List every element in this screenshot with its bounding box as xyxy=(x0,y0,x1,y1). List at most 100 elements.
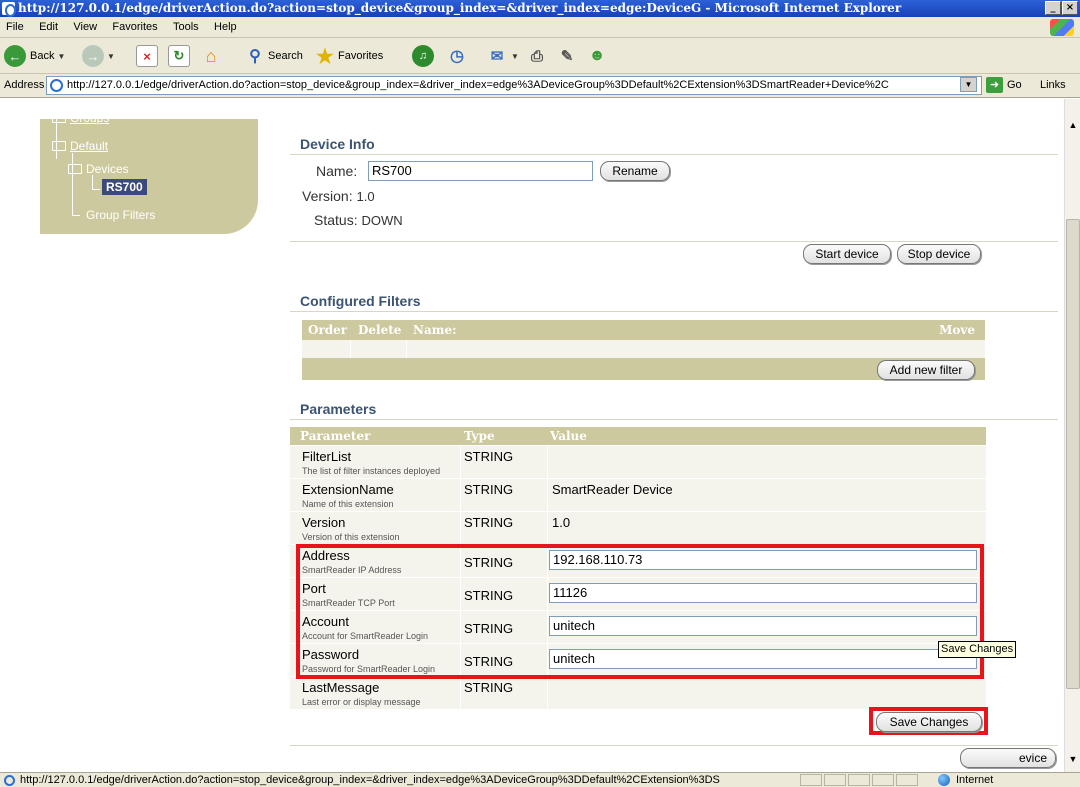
edit-page-icon: ✎ xyxy=(560,48,574,65)
param-name: LastMessage xyxy=(302,680,380,695)
section-divider xyxy=(290,311,1058,312)
forward-button[interactable]: → ▼ xyxy=(82,44,115,68)
globe-icon xyxy=(938,774,950,786)
scroll-up-icon[interactable]: ▲ xyxy=(1066,117,1080,133)
browser-toolbar: ← Back ▼ → ▼ × ↻ ⌂ ⚲ Search ★ Favorites … xyxy=(0,38,1080,74)
param-type: STRING xyxy=(464,482,514,497)
section-divider xyxy=(290,241,1058,242)
param-type: STRING xyxy=(464,449,514,464)
scrollbar-thumb[interactable] xyxy=(1066,219,1080,689)
go-arrow-icon: ➜ xyxy=(986,77,1003,93)
vertical-scrollbar[interactable]: ▲ ▼ xyxy=(1064,99,1080,772)
status-segment xyxy=(848,774,870,786)
filters-col-delete: Delete xyxy=(358,323,402,337)
column-divider xyxy=(406,340,407,358)
stop-icon: × xyxy=(136,45,158,67)
back-label: Back xyxy=(30,50,55,62)
name-label: Name: xyxy=(316,163,358,179)
print-button[interactable]: ⎙ xyxy=(526,44,548,68)
status-value: DOWN xyxy=(361,213,403,228)
table-row: ExtensionName Name of this extension STR… xyxy=(290,478,986,511)
address-input[interactable]: http://127.0.0.1/edge/driverAction.do?ac… xyxy=(46,76,982,95)
chevron-down-icon: ▼ xyxy=(107,51,115,61)
tree-item-default[interactable]: Default xyxy=(52,139,108,153)
param-description: Version of this extension xyxy=(302,532,400,542)
add-new-filter-button[interactable]: Add new filter xyxy=(877,360,975,380)
printer-icon: ⎙ xyxy=(530,47,543,65)
history-button[interactable]: ◷ xyxy=(446,44,468,68)
tree-connector xyxy=(92,175,93,189)
refresh-icon: ↻ xyxy=(168,45,190,67)
param-name: FilterList xyxy=(302,449,352,464)
menu-favorites[interactable]: Favorites xyxy=(106,17,163,38)
rename-button[interactable]: Rename xyxy=(600,161,670,181)
filters-col-order: Order xyxy=(308,323,348,337)
edit-button[interactable]: ✎ xyxy=(556,44,578,68)
param-name: Version xyxy=(302,515,346,530)
param-name: ExtensionName xyxy=(302,482,394,497)
menu-tools[interactable]: Tools xyxy=(167,17,205,38)
page-icon xyxy=(50,79,63,92)
tree-item-devices[interactable]: Devices xyxy=(68,162,129,176)
status-url: http://127.0.0.1/edge/driverAction.do?ac… xyxy=(20,774,720,786)
start-device-button[interactable]: Start device xyxy=(803,244,891,264)
navigation-tree: Groups Default Devices RS700 Group Filte… xyxy=(40,111,258,234)
menu-view[interactable]: View xyxy=(67,17,103,38)
param-value: SmartReader Device xyxy=(552,482,673,497)
favorites-button[interactable]: ★ Favorites xyxy=(314,44,383,68)
chevron-down-icon: ▼ xyxy=(511,51,519,61)
param-value: 1.0 xyxy=(552,515,571,530)
filters-empty-row xyxy=(302,340,985,358)
table-row: FilterList The list of filter instances … xyxy=(290,445,986,478)
tree-connector xyxy=(92,189,100,190)
stop-device-button[interactable]: Stop device xyxy=(897,244,981,264)
tree-item-rs700[interactable]: RS700 xyxy=(102,179,147,195)
go-label: Go xyxy=(1007,79,1022,91)
param-col-parameter: Parameter xyxy=(300,429,371,443)
search-label: Search xyxy=(268,50,303,62)
refresh-button[interactable]: ↻ xyxy=(168,44,190,68)
menu-help[interactable]: Help xyxy=(208,17,243,38)
stop-button[interactable]: × xyxy=(136,44,158,68)
version-value: 1.0 xyxy=(356,189,375,204)
go-button[interactable]: ➜ Go xyxy=(986,77,1022,93)
menu-file[interactable]: File xyxy=(0,17,30,38)
status-segment xyxy=(896,774,918,786)
configured-filters-title: Configured Filters xyxy=(300,293,421,309)
menu-edit[interactable]: Edit xyxy=(33,17,64,38)
messenger-button[interactable]: ☻ xyxy=(586,44,608,68)
menu-bar: File Edit View Favorites Tools Help xyxy=(0,17,1080,38)
status-segment xyxy=(824,774,846,786)
window-title: http://127.0.0.1/edge/driverAction.do?ac… xyxy=(18,1,902,15)
delete-device-button[interactable]: evice xyxy=(960,748,1056,768)
search-button[interactable]: ⚲ Search xyxy=(244,44,303,68)
filters-col-name: Name: xyxy=(413,323,457,337)
messenger-icon: ☻ xyxy=(588,47,606,64)
address-dropdown-button[interactable]: ▼ xyxy=(960,77,977,92)
status-segment xyxy=(800,774,822,786)
save-changes-button[interactable]: Save Changes xyxy=(876,712,982,732)
version-label: Version: 1.0 xyxy=(302,188,375,204)
back-button[interactable]: ← Back ▼ xyxy=(4,44,65,68)
table-row: Version Version of this extension STRING… xyxy=(290,511,986,544)
folder-open-icon xyxy=(68,164,82,174)
status-label: Status: DOWN xyxy=(314,212,403,228)
tree-item-group-filters[interactable]: Group Filters xyxy=(86,208,155,222)
media-button[interactable]: ♫ xyxy=(412,44,434,68)
minimize-button[interactable]: _ xyxy=(1045,1,1061,15)
media-icon: ♫ xyxy=(412,45,434,67)
chevron-down-icon: ▼ xyxy=(57,51,66,61)
links-button[interactable]: Links xyxy=(1040,79,1066,91)
page-icon xyxy=(4,775,15,786)
scroll-down-icon[interactable]: ▼ xyxy=(1066,751,1080,767)
home-icon: ⌂ xyxy=(205,45,217,66)
mail-button[interactable]: ✉ ▼ xyxy=(486,44,519,68)
column-divider xyxy=(350,340,351,358)
home-button[interactable]: ⌂ xyxy=(200,44,222,68)
tree-label-devices: Devices xyxy=(86,162,129,176)
tree-item-groups[interactable]: Groups xyxy=(52,111,109,125)
close-button[interactable]: × xyxy=(1062,1,1078,15)
address-bar: Address http://127.0.0.1/edge/driverActi… xyxy=(0,74,1080,98)
status-label-text: Status: xyxy=(314,212,358,228)
device-name-input[interactable]: RS700 xyxy=(368,161,593,181)
